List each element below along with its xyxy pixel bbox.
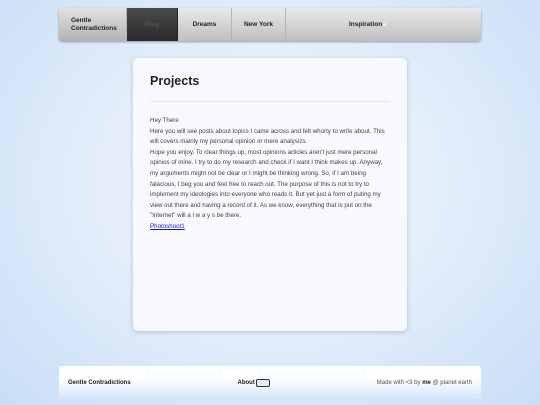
top-navbar: Gentle Contradictions Blog Dreams New Yo… [59, 8, 481, 41]
brand-line-1: Gentle [71, 17, 92, 24]
footer-brand[interactable]: Gentle Contradictions [68, 380, 131, 386]
projects-card: Projects Hey There Here you will see pos… [133, 58, 407, 331]
photoshoot1-link[interactable]: Photoshoot1 [150, 223, 185, 230]
nav-item-inspiration[interactable]: Inspiration s [286, 8, 390, 41]
intro-paragraph-2: Hope you enjoy. To clear things up, most… [150, 148, 383, 220]
footer-about-link[interactable]: About [237, 378, 270, 387]
intro-greeting: Hey There [150, 117, 179, 124]
footer-about-label: About [237, 379, 255, 386]
nav-item-dreams[interactable]: Dreams [178, 8, 232, 41]
footer-credit-suffix: @ planet earth [430, 379, 472, 386]
brand-line-2: Contradictions [71, 24, 117, 32]
intro-paragraph-1: Here you will see posts about topics I c… [150, 127, 385, 146]
page-title: Projects [150, 74, 200, 88]
nav-item-inspiration-suffix: s [383, 21, 386, 28]
footer-credit-name[interactable]: me [422, 380, 431, 386]
nav-item-inspiration-label: Inspiration [348, 21, 383, 28]
footer-credit: Made with <3 by me @ planet earth [377, 380, 472, 386]
page-footer: Gentle Contradictions About Made with <3… [59, 366, 481, 399]
about-badge-icon [255, 378, 270, 387]
site-brand[interactable]: Gentle Contradictions [59, 8, 127, 41]
nav-item-new-york[interactable]: New York [232, 8, 286, 41]
title-divider [150, 101, 390, 102]
footer-credit-prefix: Made with <3 by [376, 379, 423, 386]
nav-item-blog[interactable]: Blog [127, 8, 178, 41]
intro-text: Hey There Here you will see posts about … [150, 116, 390, 233]
